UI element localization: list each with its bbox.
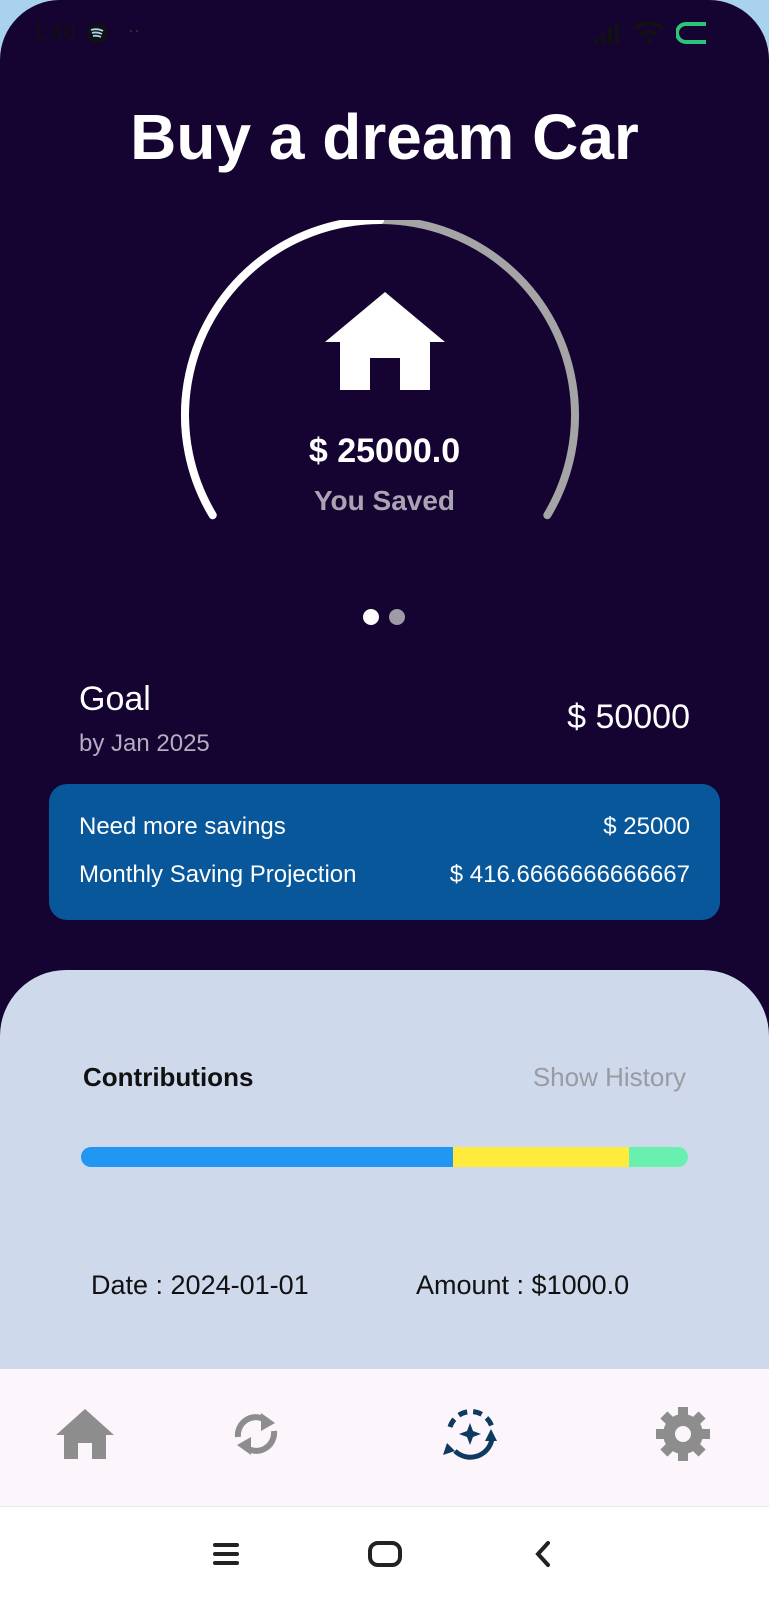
system-navigation-bar [0, 1506, 769, 1600]
house-icon [325, 292, 445, 390]
menu-icon[interactable] [212, 1541, 240, 1567]
saved-amount: $ 25000.0 [308, 432, 461, 470]
summary-label: Need more savings [79, 813, 286, 840]
nav-settings[interactable] [648, 1399, 718, 1469]
pager-dot-1[interactable] [363, 609, 379, 625]
battery-icon [676, 22, 706, 44]
goal-deadline: by Jan 2025 [79, 730, 210, 757]
nav-home[interactable] [50, 1399, 120, 1469]
status-time: 1:40 [32, 20, 75, 45]
gear-icon [656, 1407, 710, 1461]
contributions-panel: Contributions Show History Date : 2024-0… [0, 970, 769, 1380]
show-history-link[interactable]: Show History [533, 1062, 686, 1093]
wifi-icon [633, 21, 665, 44]
savings-progress-gauge [181, 220, 579, 520]
bottom-navigation [0, 1369, 769, 1506]
contribution-amount: Amount : $1000.0 [416, 1270, 630, 1300]
savings-summary-card: Need more savings $ 25000 Monthly Saving… [49, 784, 720, 920]
status-bar: 1:40 ·· [0, 0, 769, 70]
page-title: Buy a dream Car [130, 101, 639, 173]
contributions-bar [81, 1147, 688, 1167]
goal-amount: $ 50000 [567, 698, 690, 736]
summary-label: Monthly Saving Projection [79, 861, 357, 888]
summary-value: $ 25000 [603, 813, 690, 840]
nav-sync[interactable] [221, 1399, 291, 1469]
savings-sparkle-icon [443, 1409, 497, 1460]
summary-value: $ 416.6666666666667 [449, 861, 690, 888]
summary-row-monthly-projection: Monthly Saving Projection $ 416.66666666… [79, 861, 690, 889]
pager-dot-2[interactable] [389, 609, 405, 625]
spotify-icon [87, 23, 107, 43]
contribution-segment-1 [81, 1147, 454, 1167]
home-icon [56, 1409, 114, 1459]
sync-icon [234, 1413, 278, 1455]
more-notifications-icon: ·· [128, 20, 140, 40]
contribution-segment-3 [629, 1147, 688, 1167]
contributions-title: Contributions [83, 1062, 254, 1092]
home-button-icon[interactable] [367, 1539, 403, 1569]
goal-label: Goal [79, 680, 151, 718]
signal-icon [594, 22, 619, 44]
nav-savings-goal[interactable] [435, 1399, 505, 1469]
app-screen: 1:40 ·· Buy a dream Car $ 25000.0 You Sa… [0, 0, 769, 1600]
saved-label: You Saved [313, 485, 456, 516]
back-icon[interactable] [533, 1539, 553, 1569]
summary-row-need-more: Need more savings $ 25000 [79, 813, 690, 841]
contribution-segment-2 [453, 1147, 630, 1167]
contribution-date: Date : 2024-01-01 [91, 1270, 309, 1300]
